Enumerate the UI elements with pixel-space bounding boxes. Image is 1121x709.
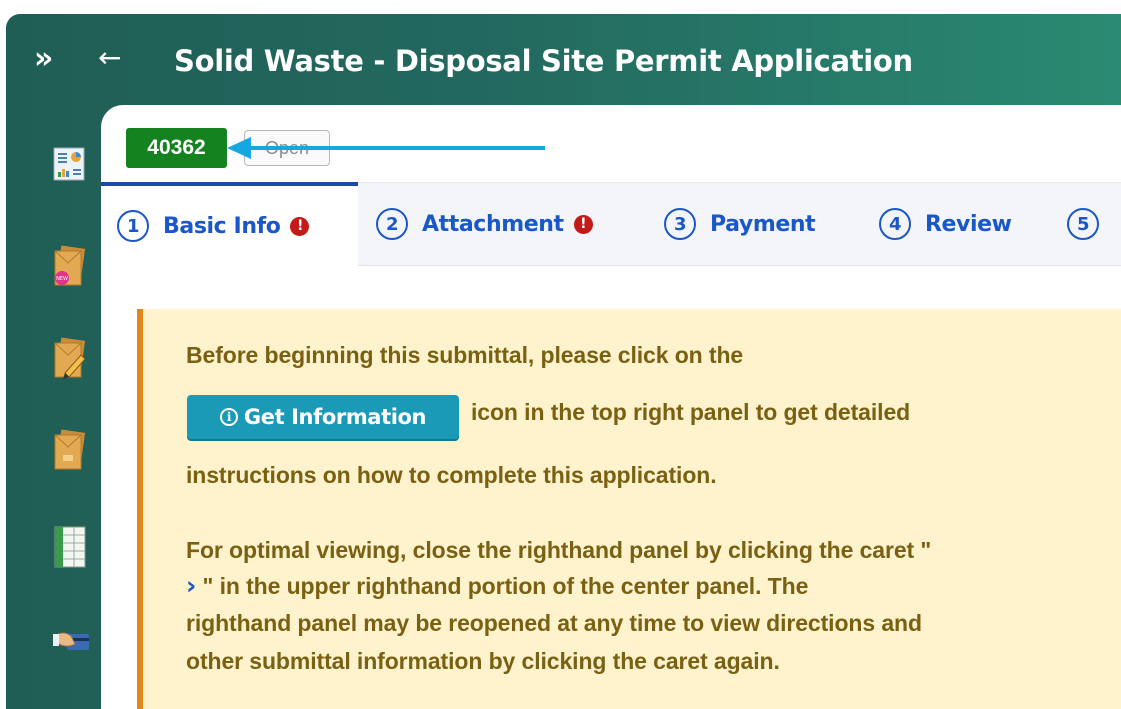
tab-attachment[interactable]: 2 Attachment ! xyxy=(376,183,593,265)
notice-line: instructions on how to complete this app… xyxy=(186,462,717,488)
step-number: 3 xyxy=(664,208,696,240)
wizard-tabs: 1 Basic Info ! 2 Attachment ! 3 Payment … xyxy=(101,182,1121,266)
tab-review[interactable]: 4 Review xyxy=(879,183,1012,265)
notice-line: righthand panel may be reopened at any t… xyxy=(186,610,922,636)
step-number: 5 xyxy=(1067,208,1099,240)
info-icon: i xyxy=(219,408,238,426)
applications-envelope-icon[interactable] xyxy=(53,429,87,470)
payment-card-icon[interactable] xyxy=(53,622,89,662)
error-icon: ! xyxy=(290,216,310,236)
page-title: Solid Waste - Disposal Site Permit Appli… xyxy=(174,44,913,78)
step-number: 1 xyxy=(117,210,149,242)
tab-basic-info[interactable]: 1 Basic Info ! xyxy=(101,182,358,266)
dashboard-chart-icon[interactable] xyxy=(53,144,87,184)
get-information-button[interactable]: i Get Information xyxy=(187,395,459,439)
notice-line: other submittal information by clicking … xyxy=(186,648,780,674)
new-application-envelope-icon[interactable]: NEW xyxy=(53,245,87,286)
svg-text:NEW: NEW xyxy=(56,276,68,282)
app-window: » ← Solid Waste - Disposal Site Permit A… xyxy=(6,14,1121,709)
caret-right-icon: › xyxy=(186,571,197,600)
notice-line: Before beginning this submittal, please … xyxy=(186,342,744,368)
annotation-arrow xyxy=(227,137,545,159)
tab-step-5[interactable]: 5 xyxy=(1067,183,1113,265)
edit-application-envelope-icon[interactable] xyxy=(53,337,87,379)
notice-line: › " in the upper righthand portion of th… xyxy=(186,571,808,600)
notice-line: For optimal viewing, close the righthand… xyxy=(186,537,932,563)
step-number: 4 xyxy=(879,208,911,240)
error-icon: ! xyxy=(573,214,593,234)
instructions-notice: Before beginning this submittal, please … xyxy=(137,309,1121,709)
get-information-label: Get Information xyxy=(243,405,427,429)
step-number: 2 xyxy=(376,208,408,240)
tab-label: Attachment xyxy=(422,211,564,237)
tab-payment[interactable]: 3 Payment xyxy=(664,183,816,265)
main-panel: 40362 Open 1 Basic Info ! 2 Attachment !… xyxy=(101,105,1121,709)
back-arrow-icon[interactable]: ← xyxy=(98,43,121,73)
expand-sidebar-icon[interactable]: » xyxy=(34,44,53,74)
notice-line: icon in the top right panel to get detai… xyxy=(471,399,911,425)
record-id-badge: 40362 xyxy=(126,128,227,168)
tab-label: Payment xyxy=(710,211,816,237)
spreadsheet-icon[interactable] xyxy=(53,525,87,568)
tab-label: Review xyxy=(925,211,1012,237)
tab-label: Basic Info xyxy=(163,213,281,239)
notice-line-text: " in the upper righthand portion of the … xyxy=(196,573,809,599)
